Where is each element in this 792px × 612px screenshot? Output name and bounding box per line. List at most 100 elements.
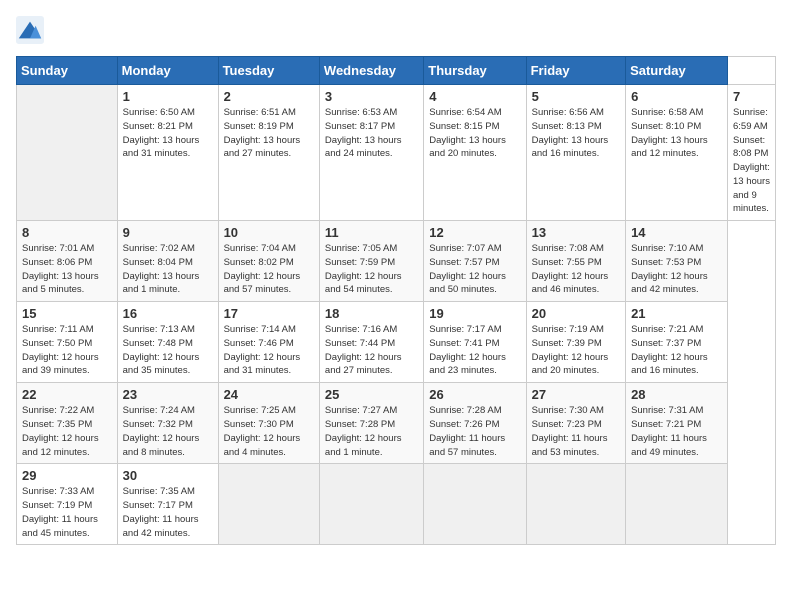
- weekday-header-sunday: Sunday: [17, 57, 118, 85]
- calendar-day-cell: 8 Sunrise: 7:01 AMSunset: 8:06 PMDaylight…: [17, 221, 118, 302]
- day-number: 29: [22, 468, 112, 483]
- day-number: 25: [325, 387, 418, 402]
- day-info: Sunrise: 7:22 AMSunset: 7:35 PMDaylight:…: [22, 404, 112, 459]
- weekday-header-wednesday: Wednesday: [319, 57, 423, 85]
- day-number: 27: [532, 387, 620, 402]
- weekday-header-saturday: Saturday: [626, 57, 728, 85]
- calendar-day-cell: 11 Sunrise: 7:05 AMSunset: 7:59 PMDayligh…: [319, 221, 423, 302]
- day-number: 3: [325, 89, 418, 104]
- calendar-day-cell: [319, 464, 423, 545]
- calendar-day-cell: 7 Sunrise: 6:59 AMSunset: 8:08 PMDaylight…: [727, 85, 775, 221]
- day-number: 18: [325, 306, 418, 321]
- day-info: Sunrise: 7:27 AMSunset: 7:28 PMDaylight:…: [325, 404, 418, 459]
- calendar-day-cell: 16 Sunrise: 7:13 AMSunset: 7:48 PMDayligh…: [117, 302, 218, 383]
- day-number: 13: [532, 225, 620, 240]
- day-info: Sunrise: 7:05 AMSunset: 7:59 PMDaylight:…: [325, 242, 418, 297]
- day-info: Sunrise: 7:17 AMSunset: 7:41 PMDaylight:…: [429, 323, 520, 378]
- day-info: Sunrise: 7:13 AMSunset: 7:48 PMDaylight:…: [123, 323, 213, 378]
- day-number: 21: [631, 306, 722, 321]
- day-info: Sunrise: 7:16 AMSunset: 7:44 PMDaylight:…: [325, 323, 418, 378]
- day-info: Sunrise: 7:11 AMSunset: 7:50 PMDaylight:…: [22, 323, 112, 378]
- calendar-day-cell: 20 Sunrise: 7:19 AMSunset: 7:39 PMDayligh…: [526, 302, 625, 383]
- day-info: Sunrise: 7:07 AMSunset: 7:57 PMDaylight:…: [429, 242, 520, 297]
- day-info: Sunrise: 7:21 AMSunset: 7:37 PMDaylight:…: [631, 323, 722, 378]
- day-number: 17: [224, 306, 314, 321]
- day-number: 15: [22, 306, 112, 321]
- calendar-day-cell: 12 Sunrise: 7:07 AMSunset: 7:57 PMDayligh…: [424, 221, 526, 302]
- weekday-header-thursday: Thursday: [424, 57, 526, 85]
- day-number: 5: [532, 89, 620, 104]
- day-number: 8: [22, 225, 112, 240]
- day-number: 14: [631, 225, 722, 240]
- weekday-header-tuesday: Tuesday: [218, 57, 319, 85]
- day-number: 20: [532, 306, 620, 321]
- day-number: 24: [224, 387, 314, 402]
- calendar-day-cell: [526, 464, 625, 545]
- calendar-day-cell: 15 Sunrise: 7:11 AMSunset: 7:50 PMDayligh…: [17, 302, 118, 383]
- day-number: 11: [325, 225, 418, 240]
- calendar-day-cell: 19 Sunrise: 7:17 AMSunset: 7:41 PMDayligh…: [424, 302, 526, 383]
- day-number: 16: [123, 306, 213, 321]
- day-info: Sunrise: 7:14 AMSunset: 7:46 PMDaylight:…: [224, 323, 314, 378]
- day-number: 22: [22, 387, 112, 402]
- calendar-day-cell: 25 Sunrise: 7:27 AMSunset: 7:28 PMDayligh…: [319, 383, 423, 464]
- day-number: 12: [429, 225, 520, 240]
- day-info: Sunrise: 6:56 AMSunset: 8:13 PMDaylight:…: [532, 106, 620, 161]
- day-info: Sunrise: 7:28 AMSunset: 7:26 PMDaylight:…: [429, 404, 520, 459]
- day-number: 1: [123, 89, 213, 104]
- empty-cell: [17, 85, 118, 221]
- weekday-header-monday: Monday: [117, 57, 218, 85]
- day-number: 19: [429, 306, 520, 321]
- calendar-day-cell: 28 Sunrise: 7:31 AMSunset: 7:21 PMDayligh…: [626, 383, 728, 464]
- calendar-day-cell: 23 Sunrise: 7:24 AMSunset: 7:32 PMDayligh…: [117, 383, 218, 464]
- calendar-day-cell: 4 Sunrise: 6:54 AMSunset: 8:15 PMDaylight…: [424, 85, 526, 221]
- day-info: Sunrise: 7:25 AMSunset: 7:30 PMDaylight:…: [224, 404, 314, 459]
- day-info: Sunrise: 7:04 AMSunset: 8:02 PMDaylight:…: [224, 242, 314, 297]
- day-number: 28: [631, 387, 722, 402]
- day-info: Sunrise: 7:01 AMSunset: 8:06 PMDaylight:…: [22, 242, 112, 297]
- calendar-day-cell: 9 Sunrise: 7:02 AMSunset: 8:04 PMDaylight…: [117, 221, 218, 302]
- calendar-day-cell: 5 Sunrise: 6:56 AMSunset: 8:13 PMDaylight…: [526, 85, 625, 221]
- day-info: Sunrise: 7:24 AMSunset: 7:32 PMDaylight:…: [123, 404, 213, 459]
- day-info: Sunrise: 7:31 AMSunset: 7:21 PMDaylight:…: [631, 404, 722, 459]
- day-number: 7: [733, 89, 770, 104]
- calendar-day-cell: 26Sunrise: 7:28 AMSunset: 7:26 PMDayligh…: [424, 383, 526, 464]
- calendar-day-cell: 3 Sunrise: 6:53 AMSunset: 8:17 PMDaylight…: [319, 85, 423, 221]
- day-info: Sunrise: 7:35 AMSunset: 7:17 PMDaylight:…: [123, 485, 213, 540]
- day-number: 10: [224, 225, 314, 240]
- calendar-day-cell: 2 Sunrise: 6:51 AMSunset: 8:19 PMDaylight…: [218, 85, 319, 221]
- day-number: 6: [631, 89, 722, 104]
- day-info: Sunrise: 6:58 AMSunset: 8:10 PMDaylight:…: [631, 106, 722, 161]
- calendar-day-cell: 24 Sunrise: 7:25 AMSunset: 7:30 PMDayligh…: [218, 383, 319, 464]
- calendar-day-cell: 29Sunrise: 7:33 AMSunset: 7:19 PMDayligh…: [17, 464, 118, 545]
- day-info: Sunrise: 7:08 AMSunset: 7:55 PMDaylight:…: [532, 242, 620, 297]
- day-info: Sunrise: 7:02 AMSunset: 8:04 PMDaylight:…: [123, 242, 213, 297]
- calendar-day-cell: 6 Sunrise: 6:58 AMSunset: 8:10 PMDaylight…: [626, 85, 728, 221]
- day-info: Sunrise: 6:53 AMSunset: 8:17 PMDaylight:…: [325, 106, 418, 161]
- calendar-day-cell: 30 Sunrise: 7:35 AMSunset: 7:17 PMDayligh…: [117, 464, 218, 545]
- calendar-day-cell: 10 Sunrise: 7:04 AMSunset: 8:02 PMDayligh…: [218, 221, 319, 302]
- day-info: Sunrise: 6:59 AMSunset: 8:08 PMDaylight:…: [733, 106, 770, 216]
- day-info: Sunrise: 6:51 AMSunset: 8:19 PMDaylight:…: [224, 106, 314, 161]
- calendar-day-cell: [626, 464, 728, 545]
- day-info: Sunrise: 6:50 AMSunset: 8:21 PMDaylight:…: [123, 106, 213, 161]
- calendar-day-cell: 17 Sunrise: 7:14 AMSunset: 7:46 PMDayligh…: [218, 302, 319, 383]
- calendar-day-cell: 27 Sunrise: 7:30 AMSunset: 7:23 PMDayligh…: [526, 383, 625, 464]
- day-number: 23: [123, 387, 213, 402]
- calendar-day-cell: [424, 464, 526, 545]
- day-number: 2: [224, 89, 314, 104]
- calendar-day-cell: 22 Sunrise: 7:22 AMSunset: 7:35 PMDayligh…: [17, 383, 118, 464]
- day-info: Sunrise: 7:10 AMSunset: 7:53 PMDaylight:…: [631, 242, 722, 297]
- calendar-day-cell: 1 Sunrise: 6:50 AMSunset: 8:21 PMDaylight…: [117, 85, 218, 221]
- day-number: 30: [123, 468, 213, 483]
- calendar-day-cell: 13 Sunrise: 7:08 AMSunset: 7:55 PMDayligh…: [526, 221, 625, 302]
- day-info: Sunrise: 7:30 AMSunset: 7:23 PMDaylight:…: [532, 404, 620, 459]
- calendar-day-cell: [218, 464, 319, 545]
- weekday-header-friday: Friday: [526, 57, 625, 85]
- day-number: 4: [429, 89, 520, 104]
- calendar-day-cell: 21 Sunrise: 7:21 AMSunset: 7:37 PMDayligh…: [626, 302, 728, 383]
- day-info: Sunrise: 6:54 AMSunset: 8:15 PMDaylight:…: [429, 106, 520, 161]
- day-number: 9: [123, 225, 213, 240]
- calendar-day-cell: 14 Sunrise: 7:10 AMSunset: 7:53 PMDayligh…: [626, 221, 728, 302]
- day-info: Sunrise: 7:19 AMSunset: 7:39 PMDaylight:…: [532, 323, 620, 378]
